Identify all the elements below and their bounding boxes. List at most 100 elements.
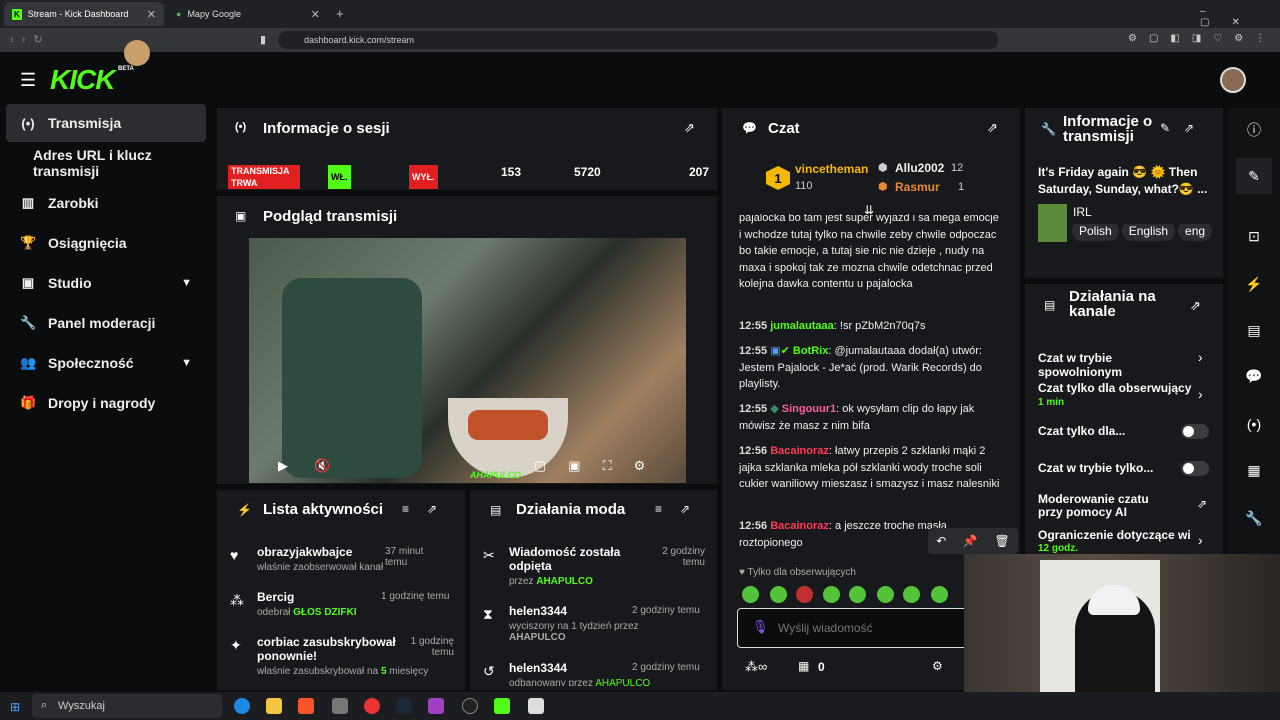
player-controls[interactable]: ▢▣⛶⚙ [534, 458, 667, 474]
filter-popout-icons[interactable]: ≡⇗ [402, 502, 455, 516]
menu-icon[interactable]: ☰ [20, 70, 36, 91]
chat-username[interactable]: Bacainoraz [770, 445, 829, 457]
chat-username[interactable]: jumalautaaa [770, 320, 834, 332]
app-icon[interactable] [428, 698, 444, 714]
activity-item: corbiac zasubskrybował ponownie! [257, 635, 397, 663]
app-icon[interactable] [528, 698, 544, 714]
tag[interactable]: eng [1178, 224, 1212, 241]
hourglass-icon: ⧗ [483, 606, 493, 622]
microphone-icon[interactable]: 🎙 [752, 619, 769, 635]
screenshot-icon[interactable]: ⊡ [1236, 218, 1272, 254]
close-tab-icon[interactable]: ✕ [311, 8, 320, 21]
sidebar-item-dropy[interactable]: 🎁 Dropy i nagrody [6, 384, 206, 422]
popout-icon[interactable]: ⇗ [1190, 298, 1201, 314]
chevron-right-icon[interactable]: › [1198, 532, 1203, 548]
reactions-icon[interactable]: ⁂∞ [745, 659, 767, 675]
sidebar-item-stream-url[interactable]: Adres URL i klucz transmisji [6, 144, 206, 182]
windows-start-icon[interactable]: ⊞ [10, 700, 20, 714]
mute-icon[interactable]: 🔇 [314, 458, 330, 474]
emote-icon[interactable] [823, 586, 840, 603]
lightning-icon[interactable]: ⚡ [1236, 266, 1272, 302]
subscribers-mode-toggle[interactable] [1181, 424, 1209, 439]
mod-action-item: helen3344 2 godziny temu wyciszony na 1 ty… [509, 604, 709, 643]
play-icon[interactable]: ▶ [278, 458, 288, 474]
leaderboard-user-3[interactable]: Rasmur [895, 180, 940, 194]
steam-icon[interactable] [396, 698, 412, 714]
ai-moderation-item[interactable]: Moderowanie czatu przy pomocy AI [1038, 493, 1158, 519]
sidebar-item-studio[interactable]: ▣ Studio ▼ [6, 264, 206, 302]
bookmark-icon[interactable]: ▮ [260, 33, 266, 46]
leaderboard-user-1[interactable]: vincetheman [795, 162, 868, 176]
obs-icon[interactable] [462, 698, 478, 714]
unpin-icon: ✂ [483, 547, 495, 563]
emote-icon[interactable] [742, 586, 759, 603]
url-input[interactable]: dashboard.kick.com/stream [278, 31, 998, 49]
delete-icon[interactable]: 🗑 [994, 534, 1009, 548]
emote-icon[interactable] [903, 586, 920, 603]
chat-time: 12:55 [739, 403, 768, 415]
slow-mode-item[interactable]: Czat w trybie spowolnionym [1038, 351, 1196, 379]
close-tab-icon[interactable]: ✕ [147, 8, 156, 21]
restriction-item[interactable]: Ograniczenie dotyczące wi 12 godz. [1038, 528, 1196, 554]
pin-icon[interactable]: 📌 [963, 534, 978, 548]
edit-popout-icons[interactable]: ✎⇗ [1160, 121, 1208, 135]
popout-icon[interactable]: ⇗ [987, 120, 998, 136]
filter-popout-icons[interactable]: ≡⇗ [655, 502, 708, 516]
kick-app-icon[interactable] [494, 698, 510, 714]
reply-icon[interactable]: ↶ [936, 534, 946, 548]
sidebar-item-label: Społeczność [48, 355, 134, 371]
sidebar-item-panel-moderacji[interactable]: 🔧 Panel moderacji [6, 304, 206, 342]
sidebar-item-spolecznosc[interactable]: 👥 Społeczność ▼ [6, 344, 206, 382]
chevron-right-icon[interactable]: › [1198, 349, 1203, 365]
channel-icon[interactable]: ▦ [1236, 452, 1272, 488]
taskbar-search[interactable]: Wyszukaj [32, 694, 222, 718]
chat-icon[interactable]: 💬 [1236, 358, 1272, 394]
avatar[interactable] [1220, 67, 1246, 93]
emote-icon[interactable] [770, 586, 787, 603]
sidebar-item-zarobki[interactable]: ▥ Zarobki [6, 184, 206, 222]
edit-icon[interactable]: ✎ [1236, 158, 1272, 194]
edge-icon[interactable] [234, 698, 250, 714]
followers-mode-item[interactable]: Czat tylko dla obserwujący 1 min [1038, 381, 1196, 408]
kick-logo[interactable]: KICK [50, 64, 115, 96]
tag[interactable]: English [1121, 224, 1176, 241]
emote-icon[interactable] [931, 586, 948, 603]
document-icon[interactable]: ▤ [1236, 312, 1272, 348]
new-tab-button[interactable]: + [336, 6, 344, 21]
leaderboard-user-2[interactable]: Allu2002 [895, 161, 944, 175]
gift-icon[interactable]: ▦ [798, 659, 809, 673]
brave-icon[interactable] [298, 698, 314, 714]
off-badge[interactable]: WYŁ. [409, 165, 438, 189]
external-link-icon[interactable]: ⇗ [1197, 497, 1207, 511]
tab-google-maps[interactable]: ● Mapy Google ✕ [168, 2, 328, 26]
activity-desc: właśnie zasubskrybował na 5 miesięcy [257, 666, 457, 677]
message-actions[interactable]: ↶ 📌 🗑 [928, 528, 1018, 554]
emote-icon[interactable] [796, 586, 813, 603]
sidebar-item-osiagniecia[interactable]: 🏆 Osiągnięcia [6, 224, 206, 262]
tab-kick-dashboard[interactable]: K Stream - Kick Dashboard ✕ [4, 2, 164, 26]
points-count: 0 [818, 660, 825, 674]
window-controls[interactable]: –▢✕ [1200, 6, 1280, 28]
wrench-icon[interactable]: 🔧 [1236, 500, 1272, 536]
sidebar-item-transmisja[interactable]: (•) Transmisja [6, 104, 206, 142]
emote-icon[interactable] [877, 586, 894, 603]
info-icon[interactable]: ⓘ [1236, 112, 1272, 148]
folder-icon[interactable] [266, 698, 282, 714]
app-icon[interactable] [332, 698, 348, 714]
chat-username[interactable]: Singouur1 [782, 403, 836, 415]
chat-settings-icon[interactable]: ⚙ [932, 659, 943, 673]
chrome-icon[interactable] [364, 698, 380, 714]
broadcast-icon[interactable]: (•) [1236, 406, 1272, 442]
tag[interactable]: Polish [1072, 224, 1119, 241]
emote-mode-toggle[interactable] [1181, 461, 1209, 476]
popout-icon[interactable]: ⇗ [684, 120, 695, 136]
browser-extension-icons[interactable]: ⚙▢◧◨♡⚙⋮ [1128, 33, 1277, 44]
mod-action-item: helen3344 2 godziny temu odbanowany przez … [509, 661, 709, 686]
nav-buttons[interactable]: ‹›↻ [10, 33, 51, 46]
emote-icon[interactable] [849, 586, 866, 603]
chevron-right-icon[interactable]: › [1198, 386, 1203, 402]
chat-input[interactable] [778, 619, 958, 637]
chat-username[interactable]: Bacainoraz [770, 520, 829, 532]
chat-username[interactable]: BotRix [793, 345, 828, 357]
on-badge[interactable]: WŁ. [328, 165, 351, 189]
